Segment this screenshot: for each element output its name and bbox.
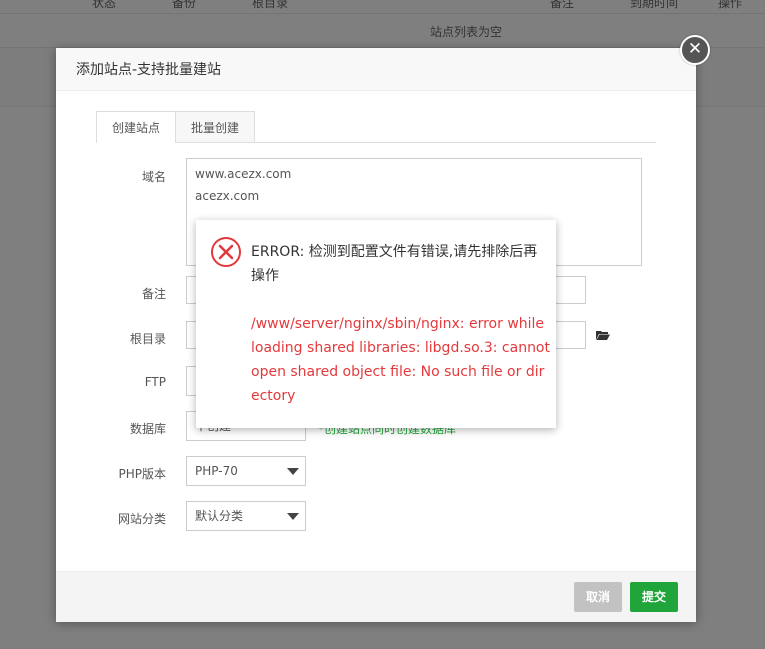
- domain-label: 域名: [141, 170, 166, 184]
- modal-footer: 取消 提交: [56, 571, 696, 622]
- ftp-label: FTP: [144, 375, 166, 389]
- site-category-select[interactable]: 默认分类: [186, 501, 306, 531]
- tab-create-site[interactable]: 创建站点: [96, 111, 176, 143]
- error-icon: [211, 237, 241, 267]
- domain-line: www.acezx.com: [195, 167, 292, 181]
- cancel-button[interactable]: 取消: [574, 582, 622, 612]
- error-title: ERROR: 检测到配置文件有错误,请先排除后再操作: [251, 244, 538, 284]
- caret-down-icon: [287, 468, 299, 475]
- database-label: 数据库: [129, 422, 166, 436]
- tab-batch-create[interactable]: 批量创建: [175, 111, 255, 142]
- remark-label: 备注: [141, 287, 166, 301]
- folder-icon[interactable]: [596, 330, 610, 340]
- error-detail: /www/server/nginx/sbin/nginx: error whil…: [251, 316, 550, 404]
- site-category-value: 默认分类: [195, 509, 244, 523]
- error-dialog: ERROR: 检测到配置文件有错误,请先排除后再操作 /www/server/n…: [196, 220, 556, 428]
- root-label: 根目录: [129, 332, 166, 346]
- submit-button[interactable]: 提交: [630, 582, 678, 612]
- caret-down-icon: [287, 513, 299, 520]
- php-version-value: PHP-70: [195, 464, 238, 478]
- site-category-label: 网站分类: [117, 512, 166, 526]
- domain-line: acezx.com: [195, 189, 260, 203]
- close-icon[interactable]: ✕: [680, 35, 710, 65]
- php-version-select[interactable]: PHP-70: [186, 456, 306, 486]
- modal-tabs: 创建站点 批量创建: [96, 111, 656, 143]
- modal-title: 添加站点-支持批量建站: [56, 48, 696, 91]
- php-version-label: PHP版本: [118, 467, 167, 481]
